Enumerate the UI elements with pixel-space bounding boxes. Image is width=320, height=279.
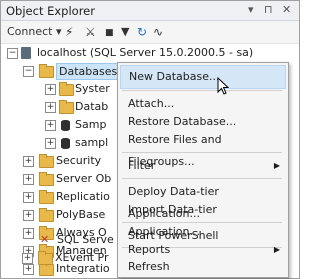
database-icon — [61, 138, 70, 149]
tree-node-label: Replicatio — [56, 190, 110, 203]
submenu-arrow-icon: ▶ — [273, 245, 280, 254]
folder-icon — [59, 100, 74, 114]
expand-icon[interactable]: + — [23, 210, 34, 221]
folder-icon — [38, 251, 53, 265]
mouse-cursor-icon — [217, 77, 229, 95]
folder-icon — [39, 208, 54, 222]
collapse-icon[interactable]: − — [7, 48, 18, 59]
server-icon — [21, 47, 31, 59]
menu-item-label: Reports — [128, 243, 171, 256]
stop-icon[interactable]: ■ — [105, 25, 114, 41]
context-menu: New Database... Attach... Restore Databa… — [117, 62, 289, 278]
expand-icon[interactable]: + — [45, 138, 56, 149]
connect-button[interactable]: Connect ▾ — [7, 24, 62, 40]
tree-node-label: Samp — [75, 118, 107, 131]
tree-node-label: Datab — [75, 100, 109, 113]
panel-title: Object Explorer — [6, 4, 95, 18]
object-explorer-toolbar: Connect ▾ ⚡ ⚔ ■ ▼ ↻ ∿ — [1, 21, 299, 44]
tree-node-label: Syster — [75, 82, 110, 95]
tree-node-label: Server Ob — [56, 172, 112, 185]
tree-node-label: sampl — [75, 136, 109, 149]
folder-icon — [39, 172, 54, 186]
collapse-icon[interactable]: − — [23, 66, 34, 77]
expand-icon[interactable]: + — [23, 174, 34, 185]
tree-node-label: SQL Serve — [57, 233, 114, 246]
menu-separator — [122, 222, 282, 223]
expand-icon[interactable]: + — [23, 264, 34, 275]
submenu-arrow-icon: ▶ — [273, 161, 280, 170]
tree-node-label: Security — [56, 154, 102, 167]
menu-item-label: New Database... — [129, 70, 220, 83]
expand-icon[interactable]: + — [23, 192, 34, 203]
pin-icon[interactable]: ⊓ — [264, 3, 273, 16]
menu-item-filter[interactable]: Filter ▶ — [118, 155, 288, 177]
databases-label: Databases — [56, 63, 121, 80]
expand-icon[interactable]: + — [45, 120, 56, 131]
database-icon — [61, 120, 70, 131]
menu-separator — [122, 152, 282, 153]
folder-icon — [39, 154, 54, 168]
menu-item-reports[interactable]: Reports ▶ — [118, 241, 288, 259]
expand-icon[interactable]: + — [23, 228, 34, 239]
folder-icon — [39, 64, 54, 78]
close-icon[interactable]: ✕ — [282, 3, 291, 16]
menu-item-import-data-tier[interactable]: Import Data-tier Application... — [118, 199, 288, 238]
activity-icon[interactable]: ∿ — [153, 24, 163, 40]
disconnect-icon[interactable]: ⚔ — [85, 24, 96, 40]
panel-titlebar: Object Explorer ▾ ⊓ ✕ — [1, 1, 299, 21]
refresh-icon[interactable]: ↻ — [137, 24, 147, 40]
menu-item-refresh[interactable]: Refresh — [118, 258, 288, 276]
menu-separator — [122, 90, 282, 91]
connect-icon[interactable]: ⚡ — [65, 24, 73, 40]
agent-icon: ✕ — [40, 233, 50, 246]
menu-item-restore-files[interactable]: Restore Files and Filegroups... — [118, 129, 288, 168]
dropdown-icon[interactable]: ▾ — [248, 3, 254, 16]
folder-icon — [39, 190, 54, 204]
expand-icon[interactable]: + — [22, 253, 33, 264]
filter-icon[interactable]: ▼ — [121, 24, 129, 40]
server-label: localhost (SQL Server 15.0.2000.5 - sa) — [37, 46, 254, 59]
tree-node-label: PolyBase — [56, 208, 106, 221]
tree-node-label: XEvent Pr — [55, 251, 109, 264]
menu-item-new-database[interactable]: New Database... — [120, 65, 286, 89]
menu-separator — [122, 178, 282, 179]
expand-icon[interactable]: + — [45, 102, 56, 113]
folder-icon — [59, 82, 74, 96]
expand-icon[interactable]: + — [23, 156, 34, 167]
folder-icon — [39, 262, 54, 276]
menu-item-label: Filter — [128, 159, 156, 172]
expand-icon[interactable]: + — [45, 84, 56, 95]
menu-item-label: Refresh — [128, 260, 170, 273]
